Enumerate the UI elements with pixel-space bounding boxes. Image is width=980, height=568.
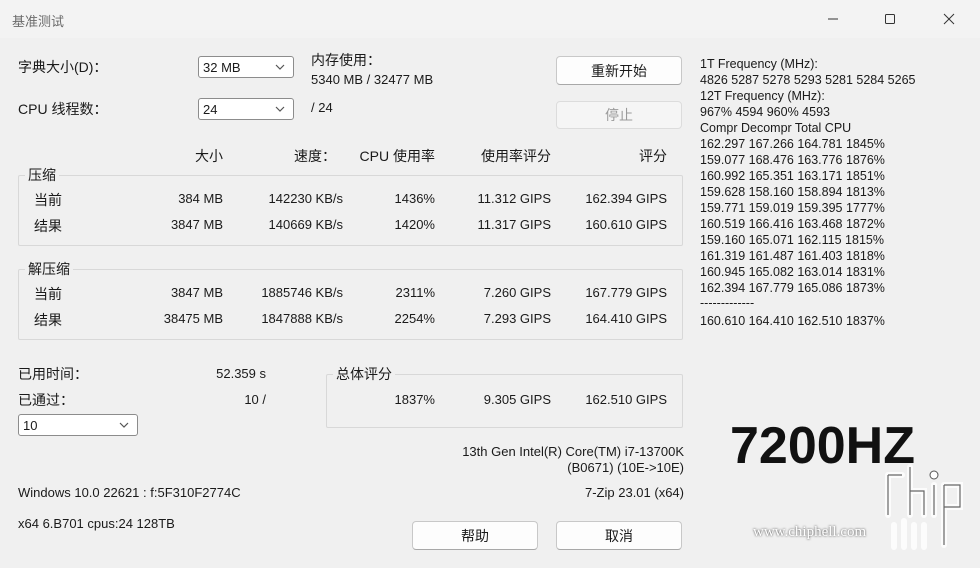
freq-line: 159.077 168.476 163.776 1876% [700,153,885,167]
freq-line: 12T Frequency (MHz): [700,89,825,103]
chevron-down-icon [119,422,129,428]
cell-usage-rating: 11.312 GIPS [477,191,551,206]
help-button[interactable]: 帮助 [412,521,538,550]
total-rating-title: 总体评分 [333,364,395,384]
freq-line: 161.319 161.487 161.403 1818% [700,249,885,263]
window-title: 基准测试 [12,14,65,29]
cell-usage-rating: 7.293 GIPS [483,311,551,326]
row-label: 当前 [34,192,62,208]
cancel-button[interactable]: 取消 [556,521,682,550]
freq-line: 159.160 165.071 162.115 1815% [700,233,884,247]
memory-usage-label: 内存使用： [311,52,381,68]
compress-group [18,175,683,246]
restart-button[interactable]: 重新开始 [556,56,682,85]
chevron-down-icon [275,106,285,112]
close-icon[interactable] [926,0,972,38]
elapsed-time-value: 52.359 s [216,366,266,381]
col-speed-header: 速度： [294,148,336,164]
freq-line: 162.297 167.266 164.781 1845% [700,137,885,151]
cell-rating: 162.394 GIPS [585,191,667,206]
cell-usage: 2254% [394,311,435,326]
freq-line: 159.771 159.019 159.395 1777% [700,201,885,215]
passes-select-value: 10 [23,418,38,433]
cell-usage: 1436% [394,191,435,206]
freq-line: 1T Frequency (MHz): [700,57,818,71]
cell-size: 38475 MB [163,311,223,326]
compress-group-title: 压缩 [25,165,59,185]
total-usage: 1837% [394,392,435,407]
cell-speed: 1847888 KB/s [261,311,343,326]
passes-value: 10 / [244,392,266,407]
dict-size-value: 32 MB [203,60,241,75]
freq-line: 160.610 164.410 162.510 1837% [700,314,885,328]
decompress-group-title: 解压缩 [25,259,73,279]
cell-speed: 140669 KB/s [268,217,343,232]
cell-rating: 167.779 GIPS [585,285,667,300]
cell-usage: 2311% [395,285,435,300]
cpu-name: 13th Gen Intel(R) Core(TM) i7-13700K [462,444,684,459]
cell-rating: 164.410 GIPS [585,311,667,326]
cell-speed: 142230 KB/s [268,191,343,206]
stop-button[interactable]: 停止 [556,101,682,129]
decompress-group [18,269,683,340]
cpu-threads-label: CPU 线程数： [18,101,108,117]
chevron-down-icon [275,64,285,70]
col-rating-header: 评分 [639,148,667,164]
freq-separator: ------------- [700,296,755,310]
freq-line: 160.945 165.082 163.014 1831% [700,265,885,279]
maximize-icon[interactable] [867,0,913,38]
dict-size-label: 字典大小(D)： [18,59,108,75]
cell-usage-rating: 11.317 GIPS [477,217,551,232]
cell-rating: 160.610 GIPS [585,217,667,232]
arch-info: x64 6.B701 cpus:24 128TB [18,516,175,531]
row-label: 结果 [34,312,62,328]
minimize-icon[interactable] [810,0,856,38]
memory-usage-value: 5340 MB / 32477 MB [311,72,434,87]
freq-line: 967% 4594 960% 4593 [700,105,830,119]
passes-label: 已通过： [18,392,74,408]
cell-usage: 1420% [394,217,435,232]
row-label: 当前 [34,286,62,302]
col-size-header: 大小 [195,148,223,164]
cell-size: 3847 MB [170,285,223,300]
passes-select[interactable]: 10 [18,414,138,436]
freq-line: 160.519 166.416 163.468 1872% [700,217,885,231]
freq-line: 160.992 165.351 163.171 1851% [700,169,885,183]
elapsed-time-label: 已用时间： [18,366,88,382]
total-rating: 162.510 GIPS [585,392,667,407]
watermark-url: www.chiphell.com [753,524,867,540]
freq-line: 162.394 167.779 165.086 1873% [700,281,885,295]
cpu-threads-value: 24 [203,102,218,117]
title-bar: 基准测试 [0,0,980,38]
freq-line: Compr Decompr Total CPU [700,121,852,135]
freq-line: 159.628 158.160 158.894 1813% [700,185,885,199]
cell-size: 384 MB [178,191,223,206]
freq-line: 4826 5287 5278 5293 5281 5284 5265 [700,73,916,87]
cell-speed: 1885746 KB/s [261,285,343,300]
cell-usage-rating: 7.260 GIPS [483,285,551,300]
os-info: Windows 10.0 22621 : f:5F310F2774C [18,485,241,500]
cpu-threads-total: / 24 [311,100,333,115]
total-usage-rating: 9.305 GIPS [483,392,551,407]
cpu-id: (B0671) (10E->10E) [567,460,684,475]
app-version: 7-Zip 23.01 (x64) [585,485,684,500]
row-label: 结果 [34,218,62,234]
cpu-threads-select[interactable]: 24 [198,98,294,120]
dict-size-select[interactable]: 32 MB [198,56,294,78]
col-cpu-usage-header: CPU 使用率 [359,148,435,164]
col-usage-rating-header: 使用率评分 [481,148,551,164]
chiphell-logo [880,455,972,555]
cell-size: 3847 MB [170,217,223,232]
